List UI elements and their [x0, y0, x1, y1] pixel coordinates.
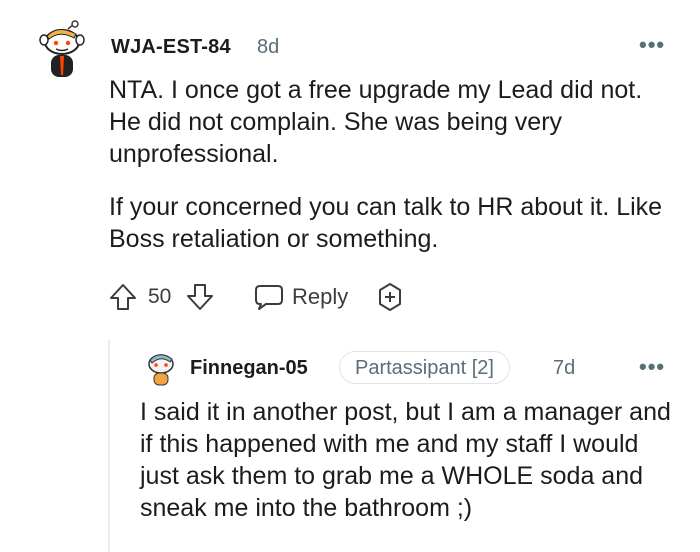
speech-bubble-icon: [255, 285, 283, 310]
award-button[interactable]: [375, 282, 405, 312]
reply-author[interactable]: Finnegan-05: [190, 357, 308, 380]
more-options-icon[interactable]: •••: [639, 356, 665, 378]
comment-paragraph: If your concerned you can talk to HR abo…: [109, 193, 663, 253]
comment-paragraph: NTA. I once got a free upgrade my Lead d…: [109, 76, 643, 168]
award-plus-icon: [379, 283, 401, 311]
reply-text: I said it in another post, but I am a ma…: [140, 398, 671, 522]
reply-avatar[interactable]: [145, 350, 177, 386]
comment-author[interactable]: WJA-EST-84: [111, 36, 231, 59]
downvote-arrow-icon: [187, 284, 213, 310]
user-flair-badge: Partassipant [2]: [339, 351, 510, 384]
more-options-icon[interactable]: •••: [639, 34, 665, 56]
snoo-avatar-icon: [148, 354, 174, 386]
reply-button[interactable]: Reply: [254, 281, 348, 313]
upvote-arrow-icon: [110, 284, 136, 310]
upvote-button[interactable]: [108, 282, 138, 312]
comment-age: 8d: [257, 36, 280, 58]
commenter-avatar[interactable]: [38, 20, 88, 80]
downvote-button[interactable]: [185, 282, 215, 312]
thread-line[interactable]: [108, 340, 110, 552]
snoo-avatar-icon: [39, 20, 85, 77]
reply-label: Reply: [292, 284, 349, 309]
vote-score: 50: [148, 285, 172, 308]
reply-age: 7d: [553, 357, 576, 379]
